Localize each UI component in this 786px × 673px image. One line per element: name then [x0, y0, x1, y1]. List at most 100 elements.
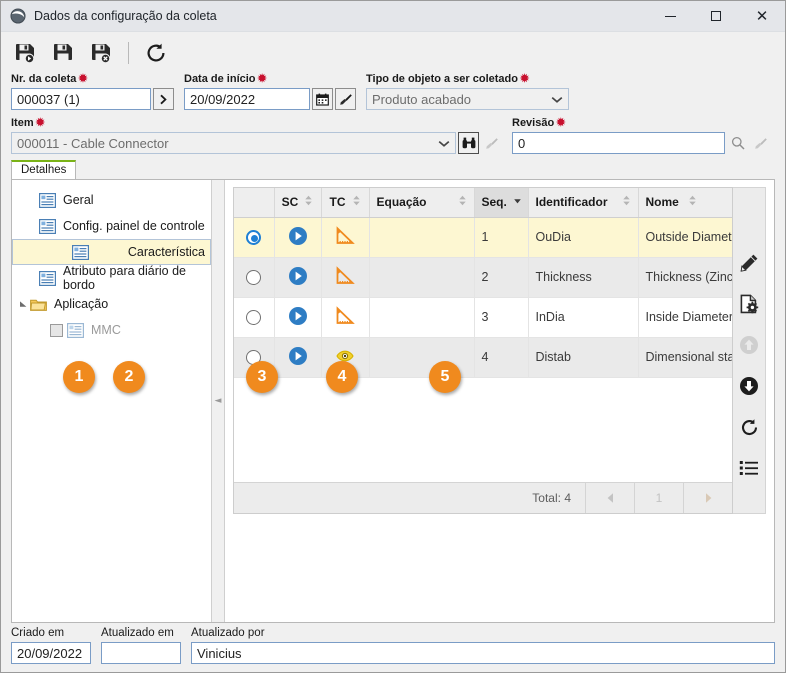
maximize-button[interactable]	[693, 1, 739, 31]
table-row[interactable]: 2 Thickness Thickness (Zinc)	[234, 257, 732, 298]
created-at-input[interactable]	[11, 642, 91, 664]
ruler-triangle-icon[interactable]	[334, 305, 356, 329]
object-type-group: Tipo de objeto a ser coletado ✹ Produto a…	[366, 73, 569, 110]
play-circle-icon[interactable]	[288, 226, 308, 249]
ruler-triangle-icon[interactable]	[334, 265, 356, 289]
column-header-equacao[interactable]: Equação	[369, 188, 475, 218]
play-circle-icon[interactable]	[288, 306, 308, 329]
start-date-group: Data de início ✹	[184, 73, 356, 110]
sidebar-item-label: Aplicação	[54, 297, 109, 311]
close-button[interactable]: ✕	[739, 1, 785, 31]
previous-page-button[interactable]	[586, 483, 635, 513]
row-radio[interactable]	[246, 309, 262, 325]
object-type-value: Produto acabado	[372, 91, 472, 107]
revision-label: Revisão ✹	[512, 117, 566, 129]
toolbar-separator	[128, 41, 129, 64]
row-sc-cell[interactable]	[274, 297, 322, 338]
sidebar-item-atributo-diario[interactable]: Atributo para diário de bordo	[12, 264, 211, 292]
collection-number-next-button[interactable]	[153, 88, 174, 110]
grid-footer: Total: 4 1	[234, 482, 732, 513]
current-page-number[interactable]: 1	[635, 483, 684, 513]
globe-icon	[10, 8, 26, 24]
refresh-grid-button[interactable]	[737, 415, 761, 439]
updated-by-label: Atualizado por	[191, 627, 265, 639]
save-button[interactable]	[9, 37, 41, 69]
updated-by-input[interactable]	[191, 642, 775, 664]
column-header-tc[interactable]: TC	[321, 188, 370, 218]
audit-footer: Criado em Atualizado em Atualizado por	[1, 623, 785, 672]
revision-group: Revisão ✹	[512, 117, 771, 154]
collection-number-input[interactable]	[11, 88, 151, 110]
play-circle-icon[interactable]	[288, 346, 308, 369]
form-row-1: Nr. da coleta✹ Data de início✹	[11, 73, 775, 110]
item-clear-brush-icon[interactable]	[481, 132, 502, 154]
item-group: Item ✹ 000011 - Cable Connector	[11, 117, 502, 154]
row-tc-cell[interactable]	[321, 217, 370, 258]
updated-by-group: Atualizado por	[191, 627, 775, 664]
row-select-cell[interactable]	[234, 217, 275, 258]
next-page-button[interactable]	[684, 483, 732, 513]
table-row[interactable]: 3 InDia Inside Diameter	[234, 297, 732, 338]
row-identificador-cell: Distab	[528, 337, 639, 378]
row-tc-cell[interactable]	[321, 297, 370, 338]
tab-detalhes[interactable]: Detalhes	[11, 160, 77, 179]
panel-splitter[interactable]: ◄	[211, 180, 225, 622]
row-sc-cell[interactable]	[274, 257, 322, 298]
column-header-seq[interactable]: Seq.	[474, 188, 529, 218]
updated-at-input[interactable]	[101, 642, 181, 664]
object-type-select[interactable]: Produto acabado	[366, 88, 569, 110]
row-seq-cell: 3	[474, 297, 529, 338]
row-seq-cell: 1	[474, 217, 529, 258]
callout-badge-4: 4	[326, 361, 358, 393]
table-row[interactable]: 1 OuDia Outside Diameter	[234, 217, 732, 258]
edit-button[interactable]	[737, 251, 761, 275]
calendar-icon[interactable]	[312, 88, 333, 110]
total-label: Total: 4	[518, 483, 586, 513]
revision-input[interactable]	[512, 132, 725, 154]
grid-table: SC TC Equação Seq. Identificador Nome 1 …	[234, 188, 732, 378]
refresh-button[interactable]	[140, 37, 172, 69]
callout-badge-3: 3	[246, 361, 278, 393]
sidebar-item-config-painel[interactable]: Config. painel de controle	[12, 213, 211, 239]
sidebar-item-aplicacao[interactable]: Aplicação	[12, 291, 211, 317]
binoculars-icon[interactable]	[458, 132, 479, 154]
row-sc-cell[interactable]	[274, 217, 322, 258]
sidebar-item-label: Geral	[63, 193, 94, 207]
save-all-button[interactable]	[47, 37, 79, 69]
column-header-identificador[interactable]: Identificador	[528, 188, 639, 218]
start-date-input[interactable]	[184, 88, 310, 110]
row-identificador-cell: InDia	[528, 297, 639, 338]
minimize-button[interactable]	[647, 1, 693, 31]
sidebar-item-label: Característica	[127, 245, 205, 259]
save-close-button[interactable]	[85, 37, 117, 69]
magnifier-icon[interactable]	[727, 132, 748, 154]
ruler-triangle-icon[interactable]	[334, 225, 356, 249]
play-circle-icon[interactable]	[288, 266, 308, 289]
document-settings-button[interactable]	[737, 292, 761, 316]
table-row[interactable]: 4 Distab Dimensional stability	[234, 337, 732, 378]
row-radio[interactable]	[246, 269, 262, 285]
object-type-label: Tipo de objeto a ser coletado ✹	[366, 73, 530, 85]
brush-icon[interactable]	[335, 88, 356, 110]
row-radio-selected[interactable]	[246, 229, 262, 245]
revision-clear-brush-icon[interactable]	[750, 132, 771, 154]
row-select-cell[interactable]	[234, 257, 275, 298]
sidebar-item-geral[interactable]: Geral	[12, 187, 211, 213]
required-marker: ✹	[35, 117, 45, 129]
form-icon	[39, 218, 57, 234]
row-identificador-cell: OuDia	[528, 217, 639, 258]
column-header-sc[interactable]: SC	[274, 188, 322, 218]
row-tc-cell[interactable]	[321, 257, 370, 298]
row-sc-cell[interactable]	[274, 337, 322, 378]
move-down-button[interactable]	[737, 374, 761, 398]
tree-expander-icon[interactable]	[17, 300, 30, 309]
list-button[interactable]	[737, 456, 761, 480]
column-header-nome[interactable]: Nome	[638, 188, 732, 218]
folder-icon	[30, 297, 47, 312]
row-select-cell[interactable]	[234, 297, 275, 338]
sidebar-item-mmc[interactable]: MMC	[12, 317, 211, 343]
window-controls: ✕	[647, 1, 785, 31]
mmc-checkbox[interactable]	[50, 323, 63, 337]
sidebar-item-caracteristica[interactable]: Característica	[12, 239, 211, 265]
item-select[interactable]: 000011 - Cable Connector	[11, 132, 456, 154]
